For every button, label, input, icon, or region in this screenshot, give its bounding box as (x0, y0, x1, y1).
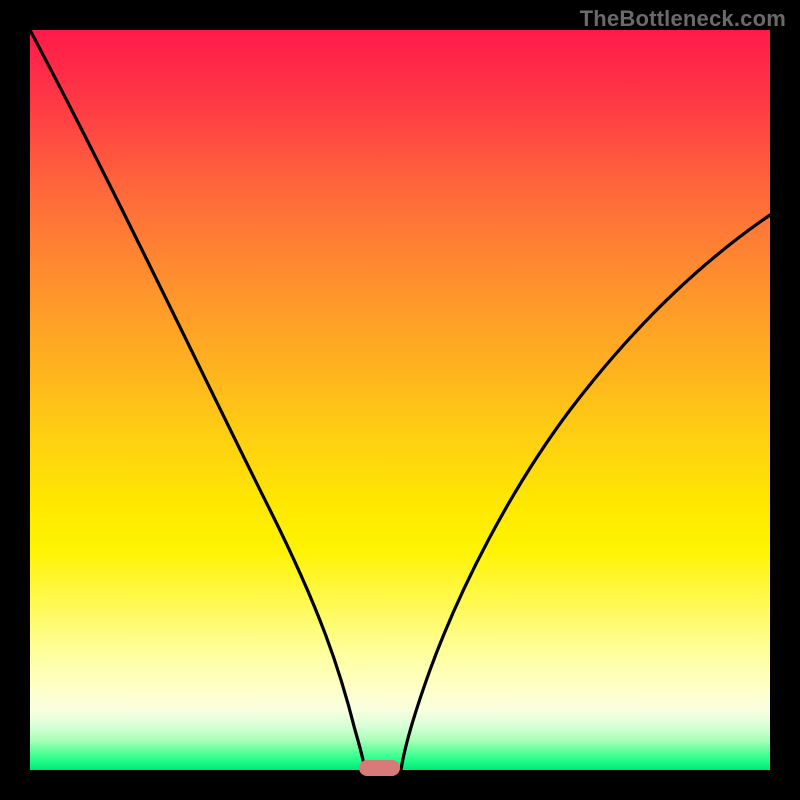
watermark-text: TheBottleneck.com (580, 6, 786, 32)
curve-layer (30, 30, 770, 770)
optimal-range-marker (359, 760, 400, 776)
bottleneck-curve-left (30, 30, 365, 770)
bottleneck-curve-right (401, 215, 770, 770)
plot-area (30, 30, 770, 770)
